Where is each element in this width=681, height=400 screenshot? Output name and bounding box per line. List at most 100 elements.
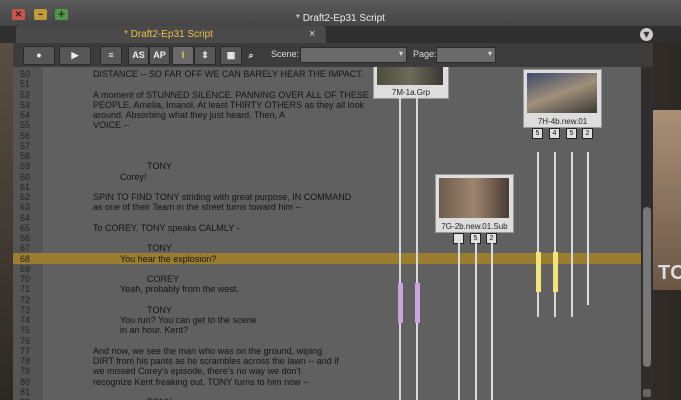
line-number: 51 [20, 79, 31, 90]
line-number: 60 [20, 171, 31, 182]
take-image [377, 67, 443, 85]
script-line-text[interactable]: TONY [147, 305, 172, 315]
script-line-text[interactable]: TONY [147, 243, 172, 253]
take-count-box[interactable]: 2 [582, 128, 593, 139]
script-line-text[interactable]: You run? You can get to the scene [120, 315, 257, 325]
script-view[interactable]: 50 DISTANCE -- SO FAR OFF WE CAN BARELY H… [13, 67, 641, 400]
line-number: 77 [20, 345, 31, 356]
take-count-box[interactable]: 5 [566, 128, 577, 139]
split-cursor-button[interactable]: ⇕ [194, 46, 216, 65]
list-button[interactable]: ≡ [100, 46, 122, 65]
ap-button[interactable]: AP [149, 46, 170, 65]
line-number: 73 [20, 304, 31, 315]
script-line-text[interactable]: To COREY. TONY speaks CALMLY - [93, 223, 240, 233]
search-icon: ⌕ [248, 50, 254, 60]
take-line [554, 152, 556, 317]
take-line [416, 97, 418, 400]
take-label: 7M-1a.Grp [391, 88, 431, 97]
background-text: TC [658, 262, 681, 284]
text-cursor-button[interactable]: I [172, 46, 194, 65]
clip-marker [415, 283, 420, 323]
as-button[interactable]: AS [128, 46, 149, 65]
tab-close-button[interactable]: × [309, 28, 315, 40]
script-line-text[interactable]: in an hour. Kent? [120, 325, 188, 335]
title-bar: × – + * Draft2-Ep31 Script [0, 0, 681, 27]
search-button[interactable]: ⌕ [242, 46, 260, 65]
script-line-text[interactable]: around. Absorbing what they just heard. … [93, 110, 285, 120]
line-number: 72 [20, 294, 31, 305]
take-line [537, 152, 539, 317]
text-cursor-icon: I [181, 50, 185, 60]
line-number: 67 [20, 243, 31, 254]
script-line-text[interactable]: TONY [147, 161, 172, 171]
take-image [527, 73, 597, 113]
take-thumbnail[interactable]: 7M-1a.Grp [373, 67, 449, 99]
line-number: 65 [20, 222, 31, 233]
take-count-box[interactable]: 4 [549, 128, 560, 139]
line-number: 79 [20, 366, 31, 377]
script-line-text[interactable]: You hear the explosion? [120, 254, 216, 264]
line-number: 54 [20, 110, 31, 120]
line-number: 81 [20, 386, 31, 397]
page-dropdown[interactable]: ▾ [436, 47, 496, 63]
script-line-text[interactable]: Yeah, probably from the west. [120, 284, 239, 294]
take-line [399, 97, 401, 400]
window-title: * Draft2-Ep31 Script [296, 13, 385, 24]
script-line-text[interactable]: we missed Corey's episode, there's no wa… [93, 366, 301, 376]
list-icon: ≡ [108, 50, 114, 60]
line-number: 53 [20, 99, 31, 110]
scene-label: Scene: [271, 49, 300, 59]
tab-strip: * Draft2-Ep31 Script × ▼ [0, 26, 681, 43]
line-number: 78 [20, 356, 31, 366]
line-number: 68 [20, 253, 31, 264]
script-line-text[interactable]: recognize Kent freaking out. TONY turns … [93, 377, 309, 387]
line-number: 69 [20, 263, 31, 274]
scene-dropdown[interactable]: ▾ [300, 47, 407, 63]
take-line [458, 243, 460, 400]
split-cursor-icon: ⇕ [201, 50, 209, 60]
vertical-scrollbar[interactable] [641, 67, 653, 400]
line-number: 74 [20, 315, 31, 325]
play-button[interactable]: ▶ [59, 46, 91, 65]
highlighted-line [13, 253, 641, 264]
page-label: Page: [413, 49, 437, 59]
take-line [475, 243, 477, 400]
script-line-text[interactable]: as one of their Team in the street turns… [93, 202, 301, 212]
record-button[interactable]: ● [23, 46, 55, 65]
script-line-text[interactable]: A moment of STUNNED SILENCE. PANNING OVE… [93, 90, 369, 100]
line-number: 58 [20, 151, 31, 161]
tab-draft2-ep31-script[interactable]: * Draft2-Ep31 Script × [16, 26, 326, 43]
grid-icon: ▦ [226, 50, 236, 60]
line-number: 66 [20, 233, 31, 243]
line-number: 70 [20, 274, 31, 284]
take-thumbnail[interactable]: 7H-4b.new.01 [523, 69, 602, 128]
line-number: 57 [20, 140, 31, 151]
script-line-text[interactable]: And now, we see the man who was on the g… [93, 346, 322, 356]
script-line-text[interactable]: SPIN TO FIND TONY striding with great pu… [93, 192, 351, 202]
script-line-text[interactable]: DIRT from his pants as he scrambles acro… [93, 356, 339, 366]
grid-button[interactable]: ▦ [220, 46, 242, 65]
scroll-thumb[interactable] [643, 207, 651, 367]
line-number: 56 [20, 130, 31, 141]
take-count-box[interactable]: 5 [532, 128, 543, 139]
script-line-text[interactable]: VOICE -- [93, 120, 130, 130]
take-thumbnail[interactable]: 7G-2b.new.01.Sub [435, 174, 514, 233]
chevron-down-icon[interactable]: ▼ [640, 28, 653, 41]
take-image [439, 178, 509, 218]
script-line-text[interactable]: DISTANCE -- SO FAR OFF WE CAN BARELY HEA… [93, 69, 363, 79]
line-number: 52 [20, 89, 31, 100]
line-number: 50 [20, 69, 31, 79]
line-number: 75 [20, 325, 31, 336]
scroll-down-arrow[interactable] [643, 389, 651, 397]
script-line-text[interactable]: PEOPLE. Amelia, Imanol. At least THIRTY … [93, 100, 364, 110]
toolbar: ● ▶ ≡ AS AP I ⇕ ▦ ⌕ Scene: ▾ Page: ▾ [13, 43, 653, 68]
script-line-text[interactable]: COREY [147, 274, 179, 284]
play-icon: ▶ [71, 50, 79, 60]
script-line-text[interactable]: Corey! [120, 172, 147, 182]
take-line [587, 152, 589, 305]
line-number: 61 [20, 181, 31, 192]
line-number: 76 [20, 335, 31, 346]
tab-label: * Draft2-Ep31 Script [124, 29, 213, 40]
line-number: 64 [20, 212, 31, 223]
clip-marker [536, 252, 541, 292]
